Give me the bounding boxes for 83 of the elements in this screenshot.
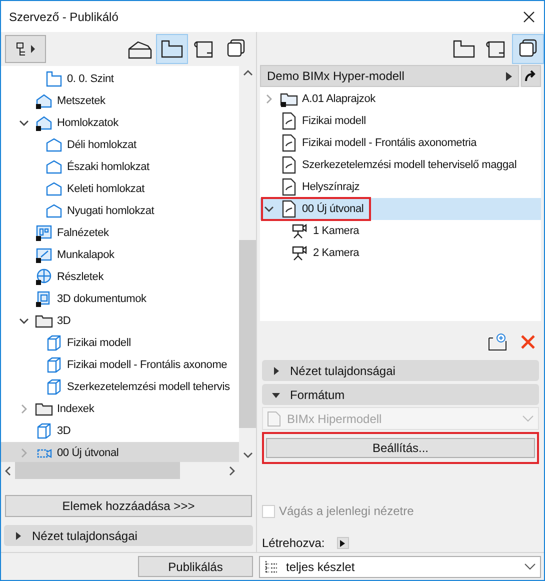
section-title: Formátum xyxy=(290,386,345,404)
tree-item[interactable]: Falnézetek xyxy=(1,222,239,244)
section-icon xyxy=(35,114,53,132)
house-outline-icon xyxy=(45,158,63,176)
tree-item[interactable]: Munkalapok xyxy=(1,244,239,266)
cube-icon xyxy=(45,378,63,396)
tree-item[interactable]: 0. 0. Szint xyxy=(1,68,239,90)
tree-item[interactable]: 3D dokumentumok xyxy=(1,288,239,310)
section-title: Nézet tulajdonságai xyxy=(290,362,396,380)
tree-item[interactable]: 00 Új útvonal xyxy=(1,442,239,462)
triangle-right-icon xyxy=(506,72,512,81)
tree-item[interactable]: 1 Kamera xyxy=(260,220,541,242)
house-outline-icon xyxy=(45,180,63,198)
document-icon xyxy=(280,178,298,196)
tree-item[interactable]: Helyszínrajz xyxy=(260,176,541,198)
tree-item[interactable]: Fizikai modell - Frontális axonome xyxy=(1,354,239,376)
go-up-button[interactable] xyxy=(521,65,541,88)
close-icon[interactable] xyxy=(522,10,536,24)
cube-icon xyxy=(45,334,63,352)
tree-item[interactable]: Indexek xyxy=(1,398,239,420)
triangle-right-icon xyxy=(14,532,22,540)
chevron-down-icon xyxy=(522,414,534,423)
triangle-right-icon xyxy=(272,366,280,375)
floor-plan-icon xyxy=(451,38,477,60)
scrollbar-thumb[interactable] xyxy=(239,240,256,428)
tree-item[interactable]: Nyugati homlokzat xyxy=(1,200,239,222)
publish-button[interactable]: Publikálás xyxy=(138,556,253,577)
floor-plan-icon xyxy=(159,38,185,60)
view-toggle-button[interactable] xyxy=(512,34,544,64)
list-tree-icon xyxy=(264,560,278,574)
add-elements-button[interactable]: Elemek hozzáadása >>> xyxy=(5,495,252,517)
settings-button[interactable]: Beállítás... xyxy=(266,438,535,458)
tree-item[interactable]: Déli homlokzat xyxy=(1,134,239,156)
cube-icon xyxy=(45,356,63,374)
new-folder-plus-icon[interactable] xyxy=(488,333,508,352)
wall-view-icon xyxy=(35,224,53,242)
path-bar[interactable]: Demo BIMx Hyper-modell xyxy=(260,65,519,88)
house-outline-icon xyxy=(45,136,63,154)
tree-item[interactable]: Fizikai modell xyxy=(260,110,541,132)
triangle-right-icon xyxy=(340,540,346,547)
tree-item[interactable]: Keleti homlokzat xyxy=(1,178,239,200)
camera-tripod-icon xyxy=(291,244,309,262)
document-icon xyxy=(280,134,298,152)
section-header[interactable]: Nézet tulajdonságai xyxy=(4,525,253,546)
tree-item[interactable]: 3D xyxy=(1,420,239,442)
worksheet-icon xyxy=(35,246,53,264)
house-outline-icon xyxy=(45,202,63,220)
tree-item[interactable]: 3D xyxy=(1,310,239,332)
document-icon xyxy=(267,410,281,427)
tree-item[interactable]: Homlokzatok xyxy=(1,112,239,134)
document-icon xyxy=(280,200,298,218)
tree-item[interactable]: Fizikai modell xyxy=(1,332,239,354)
up-arrow-icon xyxy=(524,69,538,84)
checkbox-label: Vágás a jelenlegi nézetre xyxy=(279,503,414,520)
delete-icon[interactable] xyxy=(520,334,536,350)
tree-item[interactable]: Szerkezetelemzési modell teherviselő maggal xyxy=(260,154,541,176)
camera-tripod-icon xyxy=(291,222,309,240)
window-title: Szervező - Publikáló xyxy=(9,8,118,26)
scrollbar-thumb[interactable] xyxy=(15,462,180,479)
section-title: Nézet tulajdonságai xyxy=(32,528,138,544)
expand-button[interactable] xyxy=(336,537,349,550)
cube-icon xyxy=(35,422,53,440)
triangle-down-icon xyxy=(272,390,280,399)
view-toggle-button[interactable] xyxy=(156,34,188,64)
section-header[interactable]: Nézet tulajdonságai xyxy=(262,360,539,382)
tree-menu-button[interactable] xyxy=(5,35,46,63)
tree-item[interactable]: 00 Új útvonal xyxy=(260,198,541,220)
document-icon xyxy=(280,156,298,174)
tree-item[interactable]: A.01 Alaprajzok xyxy=(260,88,541,110)
section-icon xyxy=(35,92,53,110)
tree-item[interactable]: Fizikai modell - Frontális axonometria xyxy=(260,132,541,154)
tree-item[interactable]: Szerkezetelemzési modell tehervis xyxy=(1,376,239,398)
tree-item[interactable]: 2 Kamera xyxy=(260,242,541,264)
section-header[interactable]: Formátum xyxy=(262,384,539,406)
tree-item[interactable]: Részletek xyxy=(1,266,239,288)
floor-plan-icon xyxy=(45,70,63,88)
publisher-set-dropdown[interactable]: teljes készlet xyxy=(259,556,541,578)
tree-item[interactable]: Metszetek xyxy=(1,90,239,112)
tree-item[interactable]: Északi homlokzat xyxy=(1,156,239,178)
document-icon xyxy=(280,112,298,130)
chevron-down-icon xyxy=(524,562,536,570)
detail-icon xyxy=(35,268,53,286)
created-label: Létrehozva: xyxy=(262,535,325,552)
